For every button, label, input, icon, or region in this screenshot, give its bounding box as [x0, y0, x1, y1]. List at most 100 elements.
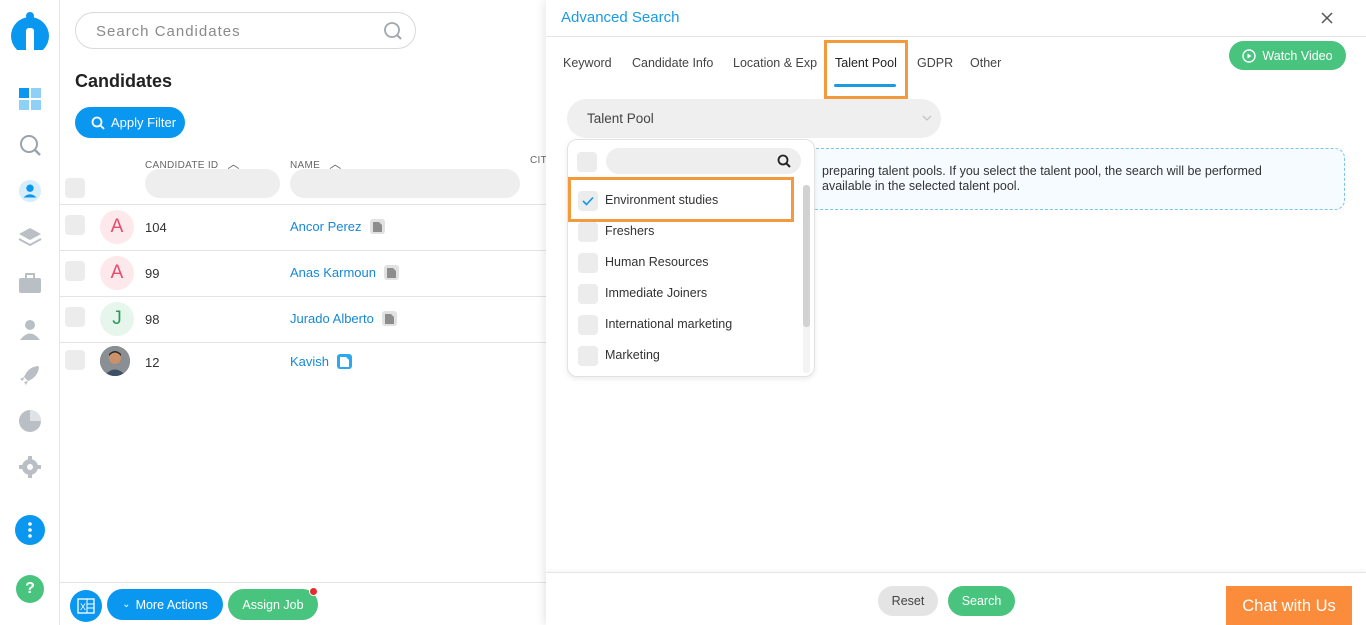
option-checkbox[interactable] — [578, 284, 598, 304]
search-candidates-input[interactable] — [96, 21, 366, 41]
chevron-down-icon: ⌄ — [122, 599, 131, 610]
dashboard-icon[interactable] — [18, 87, 42, 111]
briefcase-icon[interactable] — [18, 271, 42, 295]
sidebar: ? — [0, 0, 60, 625]
avatar: A — [100, 256, 134, 290]
option-label: International marketing — [605, 317, 733, 331]
search-candidates-box[interactable] — [75, 12, 416, 49]
contacts-icon[interactable] — [18, 317, 42, 341]
reports-icon[interactable] — [18, 409, 42, 433]
candidate-id: 99 — [145, 266, 160, 281]
document-icon[interactable] — [369, 219, 385, 234]
list-item[interactable]: Immediate Joiners — [568, 278, 800, 309]
more-actions-label: More Actions — [135, 597, 208, 612]
page-title: Candidates — [75, 71, 173, 91]
tab-location-exp[interactable]: Location & Exp — [733, 56, 817, 70]
divider — [60, 250, 546, 251]
highlight-box — [568, 177, 794, 222]
watch-video-label: Watch Video — [1262, 48, 1333, 63]
divider — [60, 204, 546, 205]
candidate-id: 12 — [145, 355, 160, 370]
candidate-id: 104 — [145, 220, 167, 235]
option-label: Marketing — [605, 348, 660, 362]
advanced-search-panel: Advanced Search Watch Video Keyword Cand… — [546, 0, 1366, 625]
watch-video-button[interactable]: Watch Video — [1229, 41, 1346, 70]
highlight-box — [824, 40, 908, 99]
option-checkbox[interactable] — [578, 346, 598, 366]
talent-pool-dropdown: Environment studies Freshers Human Resou… — [567, 139, 815, 377]
row-checkbox[interactable] — [65, 307, 85, 327]
close-icon[interactable] — [1320, 11, 1336, 27]
help-icon[interactable]: ? — [16, 575, 44, 603]
export-excel-button[interactable]: X — [70, 590, 102, 622]
tab-keyword[interactable]: Keyword — [563, 56, 612, 70]
select-all-checkbox[interactable] — [577, 152, 597, 172]
row-checkbox[interactable] — [65, 261, 85, 281]
document-icon[interactable] — [337, 354, 353, 369]
candidates-icon[interactable] — [18, 179, 42, 203]
option-checkbox[interactable] — [578, 253, 598, 273]
apply-filter-button[interactable]: Apply Filter — [75, 107, 185, 138]
scrollbar-thumb[interactable] — [803, 185, 810, 327]
notification-dot — [309, 587, 318, 596]
settings-icon[interactable] — [18, 455, 42, 479]
column-header-city[interactable]: CIT — [530, 155, 547, 166]
candidate-name-link[interactable]: Jurado Alberto — [290, 311, 374, 326]
search-icon — [91, 116, 105, 130]
candidate-id: 98 — [145, 312, 160, 327]
dropdown-search-input[interactable] — [606, 148, 801, 174]
candidate-name-link[interactable]: Anas Karmoun — [290, 265, 376, 280]
bulk-actions-bar: X ⌄ More Actions Assign Job — [60, 582, 546, 625]
option-label: Immediate Joiners — [605, 286, 708, 300]
candidate-id-filter[interactable] — [145, 169, 280, 198]
option-checkbox[interactable] — [578, 222, 598, 242]
excel-icon: X — [77, 598, 95, 614]
document-icon[interactable] — [384, 265, 399, 280]
reset-button[interactable]: Reset — [878, 586, 938, 616]
candidate-name-link[interactable]: Ancor Perez — [290, 219, 362, 234]
search-icon[interactable] — [18, 133, 42, 157]
info-line: preparing talent pools. If you select th… — [822, 164, 1262, 178]
talent-pool-select-label: Talent Pool — [587, 111, 654, 126]
select-all-checkbox[interactable] — [65, 178, 85, 198]
logo-icon[interactable] — [10, 10, 50, 56]
table-row: Kavish — [290, 354, 353, 369]
avatar-photo — [100, 346, 130, 376]
search-icon[interactable] — [383, 21, 403, 46]
more-actions-button[interactable]: ⌄ More Actions — [107, 589, 223, 620]
name-filter[interactable] — [290, 169, 520, 198]
candidate-name-link[interactable]: Kavish — [290, 354, 329, 369]
search-button[interactable]: Search — [948, 586, 1015, 616]
row-checkbox[interactable] — [65, 215, 85, 235]
candidates-panel: Candidates Apply Filter CANDIDATE ID ︿ N… — [60, 0, 547, 625]
table-row: Anas Karmoun — [290, 265, 399, 280]
assign-job-button[interactable]: Assign Job — [228, 589, 318, 620]
layers-icon[interactable] — [18, 225, 42, 249]
rocket-icon[interactable] — [18, 363, 42, 387]
more-icon[interactable] — [15, 515, 45, 545]
tab-other[interactable]: Other — [970, 56, 1001, 70]
divider — [60, 296, 546, 297]
row-checkbox[interactable] — [65, 350, 85, 370]
option-label: Human Resources — [605, 255, 709, 269]
tab-candidate-info[interactable]: Candidate Info — [632, 56, 713, 70]
list-item[interactable]: Marketing — [568, 340, 800, 371]
panel-footer: Reset Search Chat with Us — [546, 572, 1366, 625]
divider — [546, 36, 1366, 37]
list-item[interactable]: Human Resources — [568, 247, 800, 278]
search-icon — [777, 154, 791, 173]
table-row: Jurado Alberto — [290, 311, 397, 326]
tab-gdpr[interactable]: GDPR — [917, 56, 953, 70]
chat-with-us-button[interactable]: Chat with Us — [1226, 586, 1352, 625]
table-row: Ancor Perez — [290, 219, 385, 234]
list-item[interactable]: International marketing — [568, 309, 800, 340]
svg-text:X: X — [80, 602, 86, 612]
avatar: A — [100, 210, 134, 244]
option-checkbox[interactable] — [578, 315, 598, 335]
info-text: preparing talent pools. If you select th… — [822, 164, 1322, 194]
talent-pool-select[interactable]: Talent Pool — [567, 99, 941, 138]
document-icon[interactable] — [381, 311, 397, 326]
avatar: J — [100, 302, 134, 336]
play-icon — [1242, 48, 1257, 63]
info-line: available in the selected talent pool. — [822, 179, 1021, 193]
